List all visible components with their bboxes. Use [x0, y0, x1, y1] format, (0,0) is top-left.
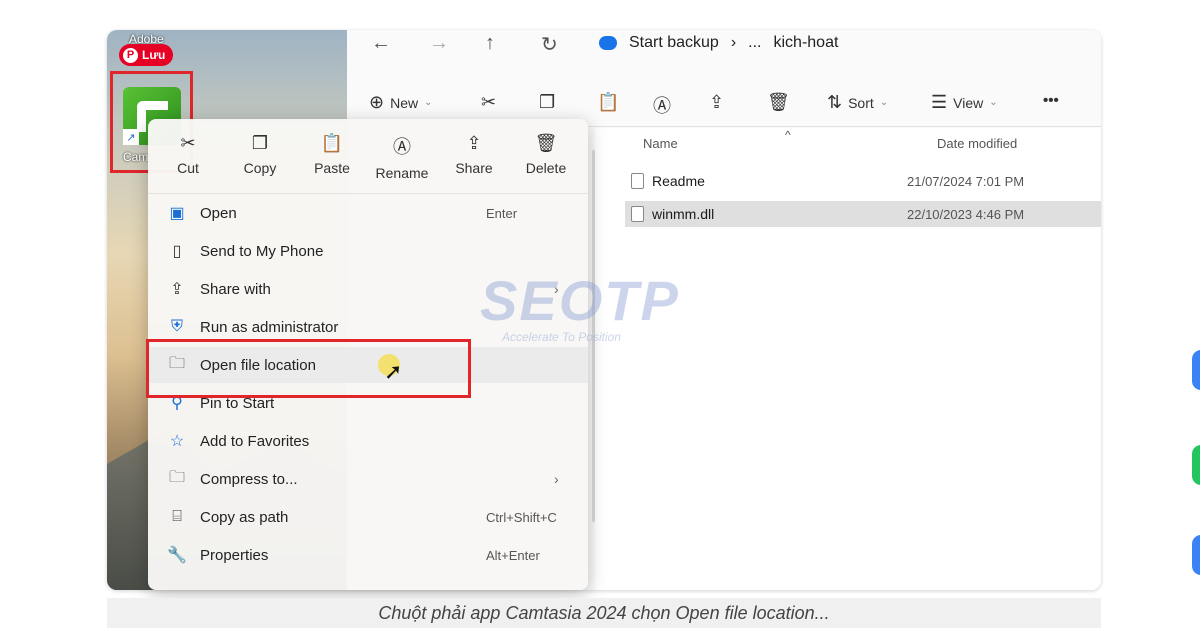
file-row-selected[interactable]: winmm.dll 22/10/2023 4:46 PM — [625, 201, 1101, 227]
menu-item-label: Open — [200, 204, 237, 222]
sort-button[interactable]: ⇅ Sort ⌄ — [827, 92, 888, 113]
up-arrow-icon[interactable]: ↑ — [485, 32, 495, 55]
shield-icon: ⛨ — [170, 318, 183, 335]
menu-item-properties[interactable]: 🔧 Properties Alt+Enter — [148, 537, 588, 573]
side-widget-blue[interactable] — [1192, 350, 1200, 390]
menu-item-send-to-phone[interactable]: ▯ Send to My Phone — [148, 233, 588, 269]
path-icon: ⌸ — [172, 508, 182, 525]
file-date: 21/07/2024 7:01 PM — [907, 173, 1025, 189]
side-widget-blue-2[interactable] — [1192, 535, 1200, 575]
file-name: winmm.dll — [652, 206, 715, 222]
rename-action-button[interactable]: Ⓐ Rename — [370, 133, 434, 181]
plus-circle-icon: ⊕ — [369, 92, 385, 112]
cut-action-button[interactable]: ✂ Cut — [156, 133, 220, 176]
file-row[interactable]: Readme 21/07/2024 7:01 PM — [625, 168, 1101, 194]
menu-item-shortcut: Alt+Enter — [486, 547, 540, 563]
chevron-down-icon: ⌄ — [879, 97, 889, 108]
sort-caret-icon: ^ — [785, 128, 791, 142]
breadcrumb: Start backup › ... kich-hoat — [599, 34, 838, 52]
highlight-box-open-file-location — [146, 339, 471, 398]
breadcrumb-chevron-icon: › — [730, 34, 737, 51]
menu-item-label: Send to My Phone — [200, 242, 324, 260]
file-name: Readme — [652, 173, 705, 189]
delete-icon[interactable]: 🗑 — [767, 92, 790, 113]
new-button-label: New — [390, 94, 419, 111]
column-header-date[interactable]: Date modified — [937, 136, 1017, 151]
mouse-pointer-icon: ➚ — [384, 359, 403, 384]
back-arrow-icon[interactable]: ← — [371, 32, 391, 55]
menu-item-label: Copy as path — [200, 508, 289, 526]
paste-icon: 📋 — [320, 133, 344, 153]
menu-item-open[interactable]: ▣ Open Enter — [148, 195, 588, 231]
onedrive-backup-icon — [599, 36, 617, 50]
image-caption: Chuột phải app Camtasia 2024 chọn Open f… — [107, 598, 1101, 628]
menu-item-label: Properties — [200, 546, 269, 564]
phone-icon: ▯ — [172, 243, 182, 260]
sort-button-label: Sort — [848, 94, 874, 111]
menu-item-shortcut: Ctrl+Shift+C — [486, 509, 557, 525]
rename-icon: Ⓐ — [393, 137, 411, 157]
chevron-down-icon: ⌄ — [989, 97, 998, 108]
menu-item-add-to-favorites[interactable]: ☆ Add to Favorites — [148, 423, 588, 459]
share-action-button[interactable]: ⇪ Share — [442, 133, 506, 176]
copy-icon: ❐ — [251, 133, 269, 153]
delete-action-button[interactable]: 🗑 Delete — [514, 133, 578, 176]
watermark-tagline: Accelerate To Position — [502, 330, 621, 344]
view-list-icon: ☰ — [931, 92, 948, 112]
menu-item-label: Run as administrator — [200, 318, 339, 336]
side-widget-green[interactable] — [1192, 445, 1200, 485]
forward-arrow-icon[interactable]: → — [429, 32, 449, 55]
file-list: Name ^ Date modified Readme 21/07/2024 7… — [595, 128, 1101, 590]
menu-item-label: Compress to... — [200, 470, 298, 488]
view-button[interactable]: ☰ View ⌄ — [931, 92, 998, 113]
address-bar: ← → ↑ ↻ Start backup › ... kich-hoat — [347, 30, 1101, 80]
zip-folder-icon: 🗀 — [168, 468, 185, 486]
pinterest-icon: P — [123, 47, 138, 63]
pinterest-save-label: Lưu — [142, 48, 166, 62]
refresh-icon[interactable]: ↻ — [541, 32, 558, 57]
new-button[interactable]: ⊕ New ⌄ — [369, 92, 433, 113]
dll-file-icon — [631, 206, 644, 222]
file-date: 22/10/2023 4:46 PM — [907, 206, 1025, 222]
share-icon: ⇪ — [170, 281, 184, 298]
cut-action-label: Cut — [177, 160, 199, 176]
wrench-icon: 🔧 — [167, 547, 187, 564]
copy-icon[interactable]: ❐ — [539, 92, 555, 113]
share-icon[interactable]: ⇪ — [709, 92, 724, 113]
scissors-icon: ✂ — [180, 133, 196, 153]
watermark-logo: SEOTP Accelerate To Position — [480, 268, 720, 348]
menu-item-label: Share with — [200, 280, 271, 298]
paste-action-label: Paste — [314, 160, 350, 176]
copy-action-label: Copy — [243, 160, 277, 176]
delete-action-label: Delete — [525, 160, 567, 176]
breadcrumb-ellipsis[interactable]: ... — [748, 34, 761, 52]
chevron-down-icon: ⌄ — [424, 97, 433, 108]
breadcrumb-kich-hoat[interactable]: kich-hoat — [774, 34, 839, 52]
copy-action-button[interactable]: ❐ Copy — [228, 133, 292, 176]
rename-action-label: Rename — [375, 165, 429, 181]
paste-action-button[interactable]: 📋 Paste — [300, 133, 364, 176]
watermark-brand: SEOTP — [480, 269, 680, 332]
star-icon: ☆ — [169, 433, 185, 450]
trash-icon: 🗑 — [534, 133, 558, 153]
share-action-label: Share — [455, 160, 493, 176]
context-menu-quick-actions: ✂ Cut ❐ Copy 📋 Paste Ⓐ Rename ⇪ Share 🗑 … — [148, 119, 588, 194]
chevron-right-icon: › — [554, 471, 559, 487]
rename-icon[interactable]: Ⓐ — [653, 92, 671, 118]
menu-item-shortcut: Enter — [486, 205, 518, 221]
cut-icon[interactable]: ✂ — [481, 92, 496, 113]
menu-item-compress-to[interactable]: 🗀 Compress to... › — [148, 461, 588, 497]
pinterest-save-button[interactable]: P Lưu — [119, 44, 174, 66]
paste-icon[interactable]: 📋 — [597, 92, 619, 113]
share-icon: ⇪ — [466, 133, 482, 153]
text-file-icon — [631, 173, 644, 189]
column-header-name[interactable]: Name — [643, 136, 678, 151]
more-options-button[interactable]: ••• — [1043, 92, 1059, 109]
open-window-icon: ▣ — [169, 205, 185, 222]
menu-item-copy-as-path[interactable]: ⌸ Copy as path Ctrl+Shift+C — [148, 499, 588, 535]
view-button-label: View — [953, 94, 984, 111]
sort-icon: ⇅ — [827, 92, 843, 112]
menu-item-label: Add to Favorites — [200, 432, 310, 450]
breadcrumb-start-backup[interactable]: Start backup — [629, 34, 719, 52]
